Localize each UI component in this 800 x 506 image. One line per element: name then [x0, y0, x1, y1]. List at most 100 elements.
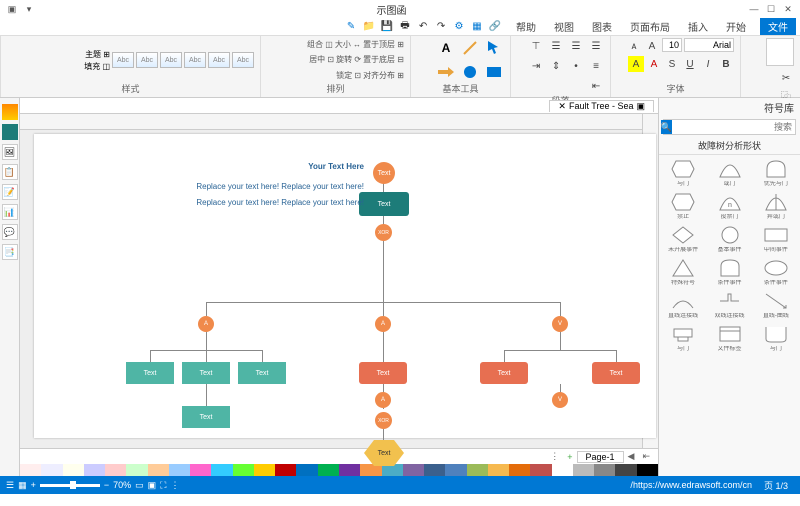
page-nav-first[interactable]: ⇤ — [638, 451, 654, 462]
lt-layer-icon[interactable]: 📑 — [2, 244, 18, 260]
font-color-icon[interactable]: A — [646, 56, 662, 72]
qat-print-icon[interactable]: 🖶 — [398, 20, 412, 34]
style-6[interactable]: Abc — [112, 52, 134, 68]
color-21[interactable] — [190, 464, 211, 476]
maximize-icon[interactable]: ☐ — [763, 1, 779, 17]
diag-a3[interactable]: A — [375, 392, 391, 408]
highlight-icon[interactable]: A — [628, 56, 644, 72]
strike-icon[interactable]: S — [664, 56, 680, 72]
color-28[interactable] — [41, 464, 62, 476]
page-menu[interactable]: ⋮ — [546, 451, 563, 462]
shape-11[interactable]: 特殊符号 — [661, 256, 705, 287]
diag-title[interactable]: Your Text Here — [204, 162, 364, 171]
menu-insert[interactable]: 插入 — [684, 19, 712, 34]
diag-g3[interactable]: Text — [238, 362, 286, 384]
bold-icon[interactable]: B — [718, 56, 734, 72]
qat-undo-icon[interactable]: ↶ — [416, 20, 430, 34]
align-right-icon[interactable]: ☰ — [588, 38, 604, 54]
color-15[interactable] — [318, 464, 339, 476]
align-top-icon[interactable]: ⊤ — [528, 38, 544, 54]
view-list-icon[interactable]: ☰ — [6, 480, 14, 491]
shrink-font-icon[interactable]: ᴀ — [626, 38, 642, 54]
page-nav-prev[interactable]: ◀ — [624, 451, 639, 462]
color-11[interactable] — [403, 464, 424, 476]
color-3[interactable] — [573, 464, 594, 476]
shape-15[interactable]: 与门 — [754, 322, 798, 353]
color-10[interactable] — [424, 464, 445, 476]
menu-layout[interactable]: 页面布局 — [626, 19, 674, 34]
diag-g1[interactable]: Text — [126, 362, 174, 384]
color-5[interactable] — [530, 464, 551, 476]
color-19[interactable] — [233, 464, 254, 476]
outdent-icon[interactable]: ⇤ — [588, 78, 604, 94]
lt-logo-icon[interactable] — [2, 104, 18, 120]
diag-g2[interactable]: Text — [182, 362, 230, 384]
arr-5[interactable]: ⟳ 旋转 — [336, 54, 361, 65]
page-tab-1[interactable]: Page-1 — [577, 451, 624, 463]
diag-xor2[interactable]: XOR — [375, 412, 392, 429]
spacing-icon[interactable]: ⇕ — [548, 58, 564, 74]
font-name-select[interactable]: Arial — [684, 38, 734, 52]
qat-link-icon[interactable]: 🔗 — [488, 20, 502, 34]
style-5[interactable]: Abc — [136, 52, 158, 68]
color-9[interactable] — [445, 464, 466, 476]
fill-button[interactable]: ◫ 填充 — [84, 61, 110, 72]
diag-r2[interactable]: Text — [480, 362, 528, 384]
shape-2[interactable]: 与门 — [661, 157, 705, 188]
color-25[interactable] — [105, 464, 126, 476]
style-2[interactable]: Abc — [208, 52, 230, 68]
color-14[interactable] — [339, 464, 360, 476]
rect-shape-icon[interactable] — [484, 62, 504, 82]
grow-font-icon[interactable]: A — [644, 38, 660, 54]
shape-13[interactable]: 双线连接线 — [707, 289, 751, 320]
shape-14[interactable]: 直线连接线 — [661, 289, 705, 320]
drawing-page[interactable]: Text Text XOR Your Text Here Replace you… — [34, 134, 656, 438]
diag-g4[interactable]: Text — [182, 406, 230, 428]
diag-a1[interactable]: A — [198, 316, 214, 332]
shape-12[interactable]: 直线-曲线 — [754, 289, 798, 320]
qat-grid-icon[interactable]: ▦ — [470, 20, 484, 34]
menu-start[interactable]: 开始 — [722, 19, 750, 34]
minimize-icon[interactable]: — — [746, 1, 762, 17]
shape-7[interactable]: 基本事件 — [707, 223, 751, 254]
color-4[interactable] — [552, 464, 573, 476]
arrow-shape-icon[interactable] — [436, 62, 456, 82]
theme-button[interactable]: ⊞ 主题 — [84, 49, 110, 60]
qat-open-icon[interactable]: 📁 — [362, 20, 376, 34]
page-add[interactable]: + — [563, 452, 576, 462]
font-size-select[interactable]: 10 — [662, 38, 682, 52]
search-input[interactable] — [672, 122, 795, 132]
menu-chart[interactable]: 图表 — [588, 19, 616, 34]
align-center-icon[interactable]: ☰ — [568, 38, 584, 54]
qat-save-icon[interactable]: 💾 — [380, 20, 394, 34]
shape-9[interactable]: 条件事件 — [754, 256, 798, 287]
search-icon[interactable]: 🔍 — [661, 120, 672, 134]
shape-6[interactable]: 中间事件 — [754, 223, 798, 254]
color-18[interactable] — [254, 464, 275, 476]
lt-comment-icon[interactable]: 💬 — [2, 224, 18, 240]
color-24[interactable] — [126, 464, 147, 476]
color-20[interactable] — [211, 464, 232, 476]
arr-1[interactable]: ⊞ 置于顶层 — [363, 39, 404, 50]
shape-5[interactable]: 禁止 — [661, 190, 705, 221]
qat-new-icon[interactable]: ✎ — [344, 20, 358, 34]
style-3[interactable]: Abc — [184, 52, 206, 68]
diag-a2[interactable]: A — [375, 316, 391, 332]
arr-2[interactable]: ↔ 大小 — [335, 39, 361, 50]
select-tool-icon[interactable] — [484, 38, 504, 58]
diag-txt3[interactable]: Replace your text here! Replace your tex… — [134, 198, 364, 207]
diag-xor[interactable]: XOR — [375, 224, 392, 241]
shape-1[interactable]: 或门 — [707, 157, 751, 188]
style-4[interactable]: Abc — [160, 52, 182, 68]
circle-shape-icon[interactable] — [460, 62, 480, 82]
color-23[interactable] — [148, 464, 169, 476]
color-6[interactable] — [509, 464, 530, 476]
menu-file[interactable]: 文件 — [760, 18, 796, 35]
shape-category[interactable]: 故障树分析形状 — [659, 137, 800, 155]
color-8[interactable] — [467, 464, 488, 476]
dropdown-icon[interactable]: ▾ — [21, 1, 37, 17]
align-mid-icon[interactable]: ≡ — [588, 58, 604, 74]
color-17[interactable] — [275, 464, 296, 476]
color-16[interactable] — [296, 464, 317, 476]
status-menu-icon[interactable]: ⋮ — [170, 480, 179, 491]
